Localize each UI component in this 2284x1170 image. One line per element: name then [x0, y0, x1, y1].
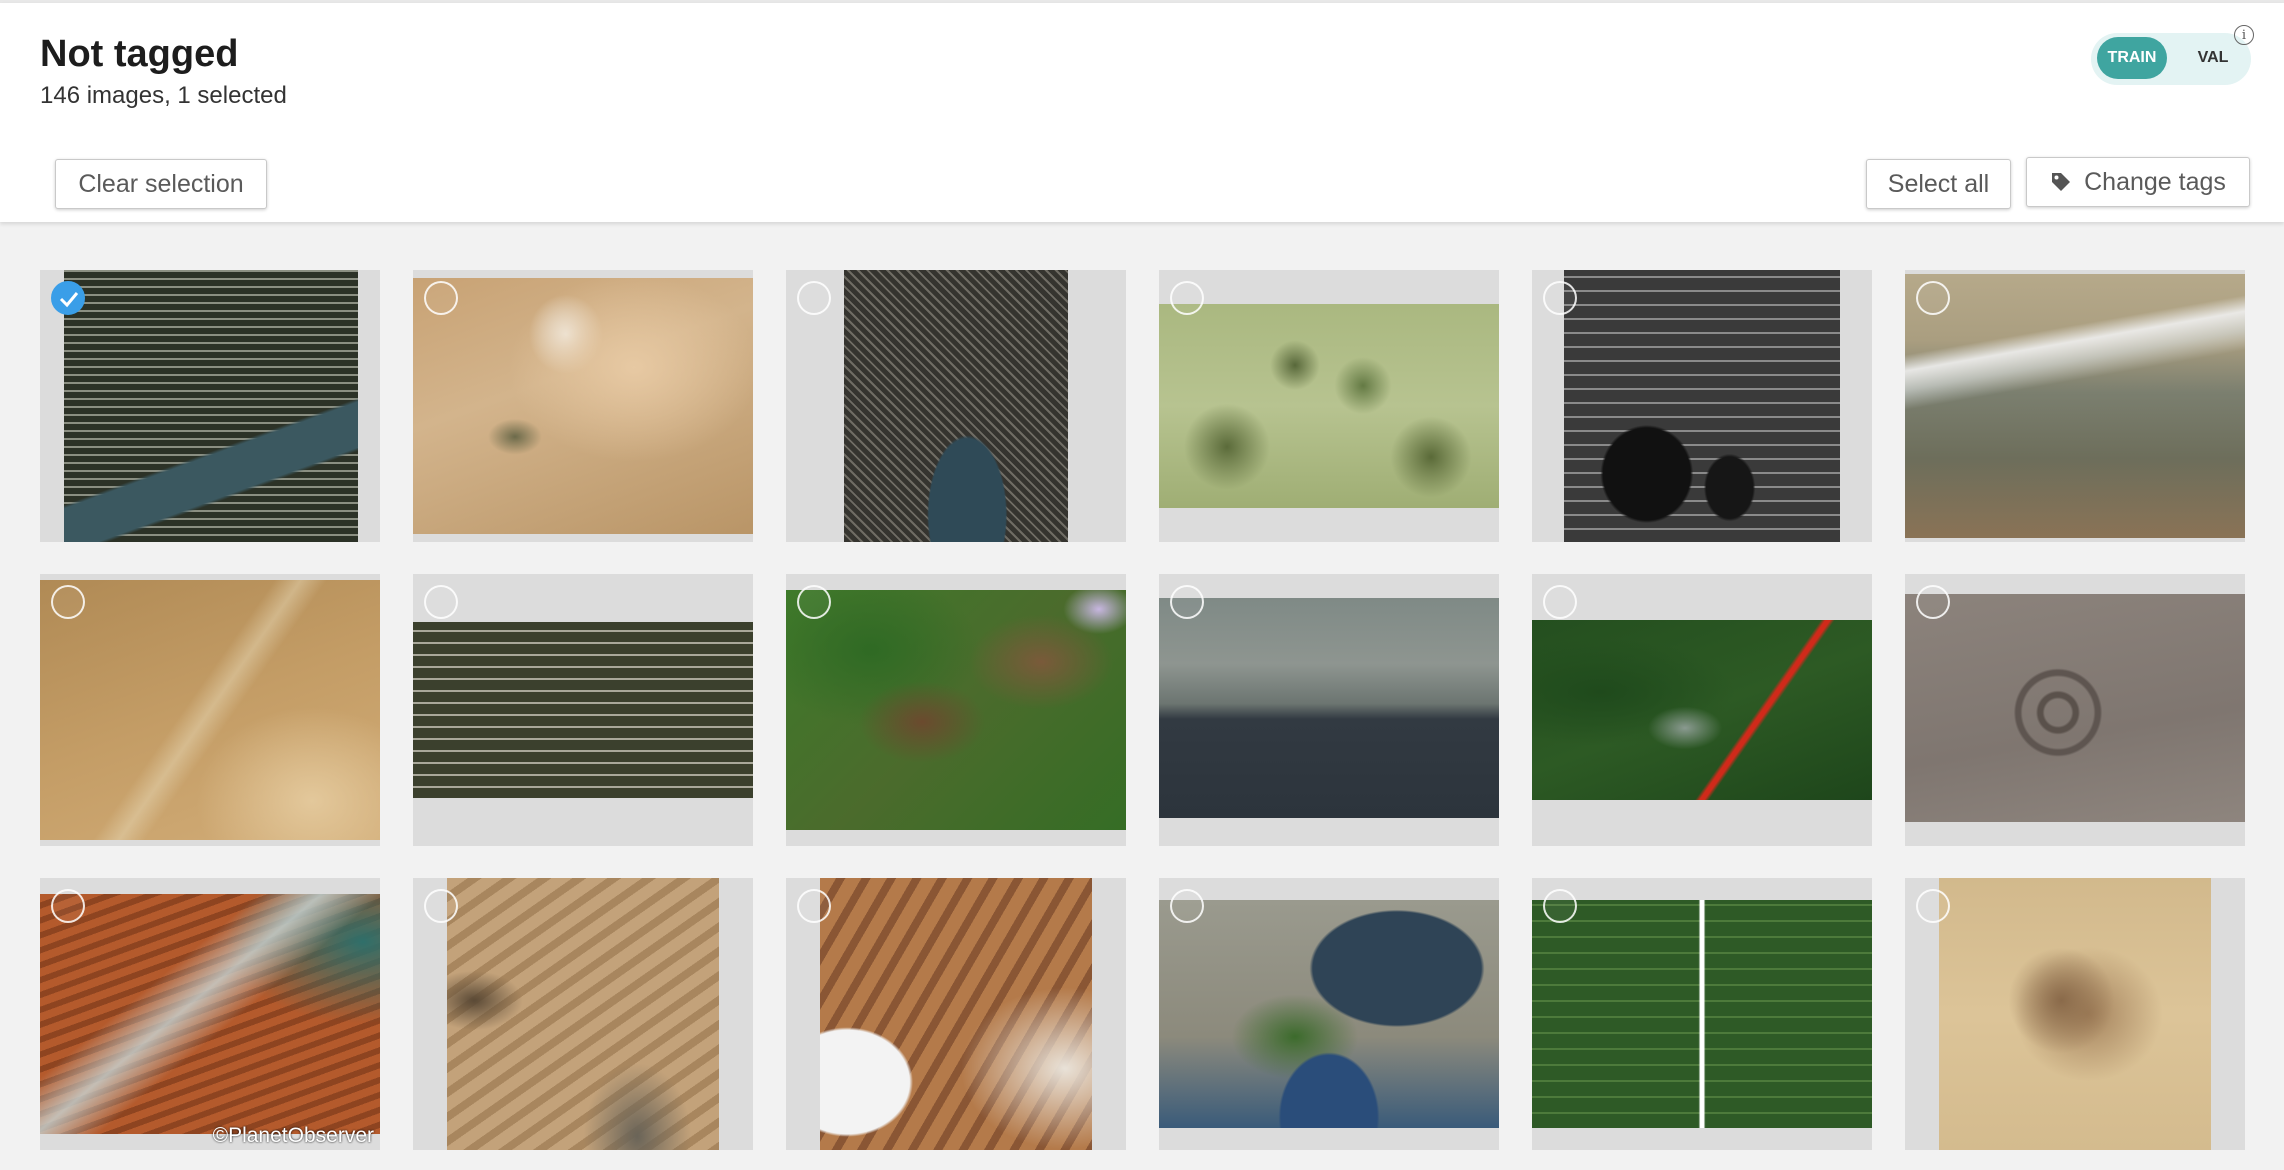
checkmark-icon	[59, 292, 79, 308]
selection-checkbox[interactable]	[797, 281, 831, 315]
selection-checkbox[interactable]	[51, 889, 85, 923]
toggle-val-option[interactable]: VAL	[2183, 37, 2243, 79]
selection-checkbox[interactable]	[1543, 585, 1577, 619]
image-tile[interactable]	[1532, 878, 1872, 1150]
toggle-train-option[interactable]: TRAIN	[2097, 37, 2167, 79]
selection-checkbox[interactable]	[797, 889, 831, 923]
image-tile[interactable]	[1905, 270, 2245, 542]
selection-checkbox[interactable]	[797, 585, 831, 619]
satellite-image	[786, 590, 1126, 830]
image-tile[interactable]	[40, 270, 380, 542]
page-title: Not tagged	[40, 33, 239, 75]
satellite-image	[1564, 270, 1840, 542]
satellite-image	[40, 894, 380, 1134]
satellite-image	[820, 878, 1092, 1150]
image-tile[interactable]	[786, 878, 1126, 1150]
satellite-image	[64, 270, 358, 542]
satellite-image	[1532, 900, 1872, 1128]
satellite-image	[447, 878, 719, 1150]
train-val-toggle[interactable]: TRAIN VAL	[2091, 33, 2251, 85]
image-tile[interactable]	[786, 574, 1126, 846]
selection-checkbox[interactable]	[1170, 281, 1204, 315]
image-tile[interactable]: ©PlanetObserver	[40, 878, 380, 1150]
satellite-image	[413, 278, 753, 534]
image-tile[interactable]	[1159, 574, 1499, 846]
change-tags-button[interactable]: Change tags	[2026, 157, 2250, 207]
change-tags-label: Change tags	[2084, 167, 2226, 196]
image-tile[interactable]	[1159, 270, 1499, 542]
satellite-image	[1532, 620, 1872, 800]
image-tile[interactable]	[1532, 270, 1872, 542]
image-tile[interactable]	[40, 574, 380, 846]
selection-checkbox[interactable]	[424, 281, 458, 315]
image-tile[interactable]	[1905, 878, 2245, 1150]
image-tile[interactable]	[413, 574, 753, 846]
header: Not tagged 146 images, 1 selected Clear …	[0, 3, 2284, 222]
watermark-text: ©PlanetObserver	[212, 1124, 374, 1147]
info-icon[interactable]: i	[2234, 25, 2254, 45]
selection-checkbox[interactable]	[51, 281, 85, 315]
image-tile[interactable]	[1532, 574, 1872, 846]
satellite-image	[844, 270, 1068, 542]
image-count: 146 images, 1 selected	[40, 82, 287, 109]
satellite-image	[413, 622, 753, 798]
tag-icon	[2050, 171, 2072, 193]
satellite-image	[40, 580, 380, 840]
satellite-image	[1159, 900, 1499, 1128]
satellite-image	[1905, 274, 2245, 538]
satellite-image	[1905, 594, 2245, 822]
image-tile[interactable]	[413, 270, 753, 542]
selection-checkbox[interactable]	[1916, 281, 1950, 315]
selection-checkbox[interactable]	[1170, 889, 1204, 923]
clear-selection-button[interactable]: Clear selection	[55, 159, 267, 209]
image-tile[interactable]	[1159, 878, 1499, 1150]
satellite-image	[1159, 304, 1499, 508]
satellite-image	[1159, 598, 1499, 818]
selection-checkbox[interactable]	[51, 585, 85, 619]
selection-checkbox[interactable]	[1170, 585, 1204, 619]
select-all-button[interactable]: Select all	[1866, 159, 2011, 209]
selection-checkbox[interactable]	[1543, 281, 1577, 315]
image-tile[interactable]	[786, 270, 1126, 542]
selection-checkbox[interactable]	[1916, 585, 1950, 619]
image-tile[interactable]	[1905, 574, 2245, 846]
selection-checkbox[interactable]	[1543, 889, 1577, 923]
image-tile[interactable]	[413, 878, 753, 1150]
selection-checkbox[interactable]	[424, 585, 458, 619]
selection-checkbox[interactable]	[1916, 889, 1950, 923]
satellite-image	[1939, 878, 2211, 1150]
selection-checkbox[interactable]	[424, 889, 458, 923]
